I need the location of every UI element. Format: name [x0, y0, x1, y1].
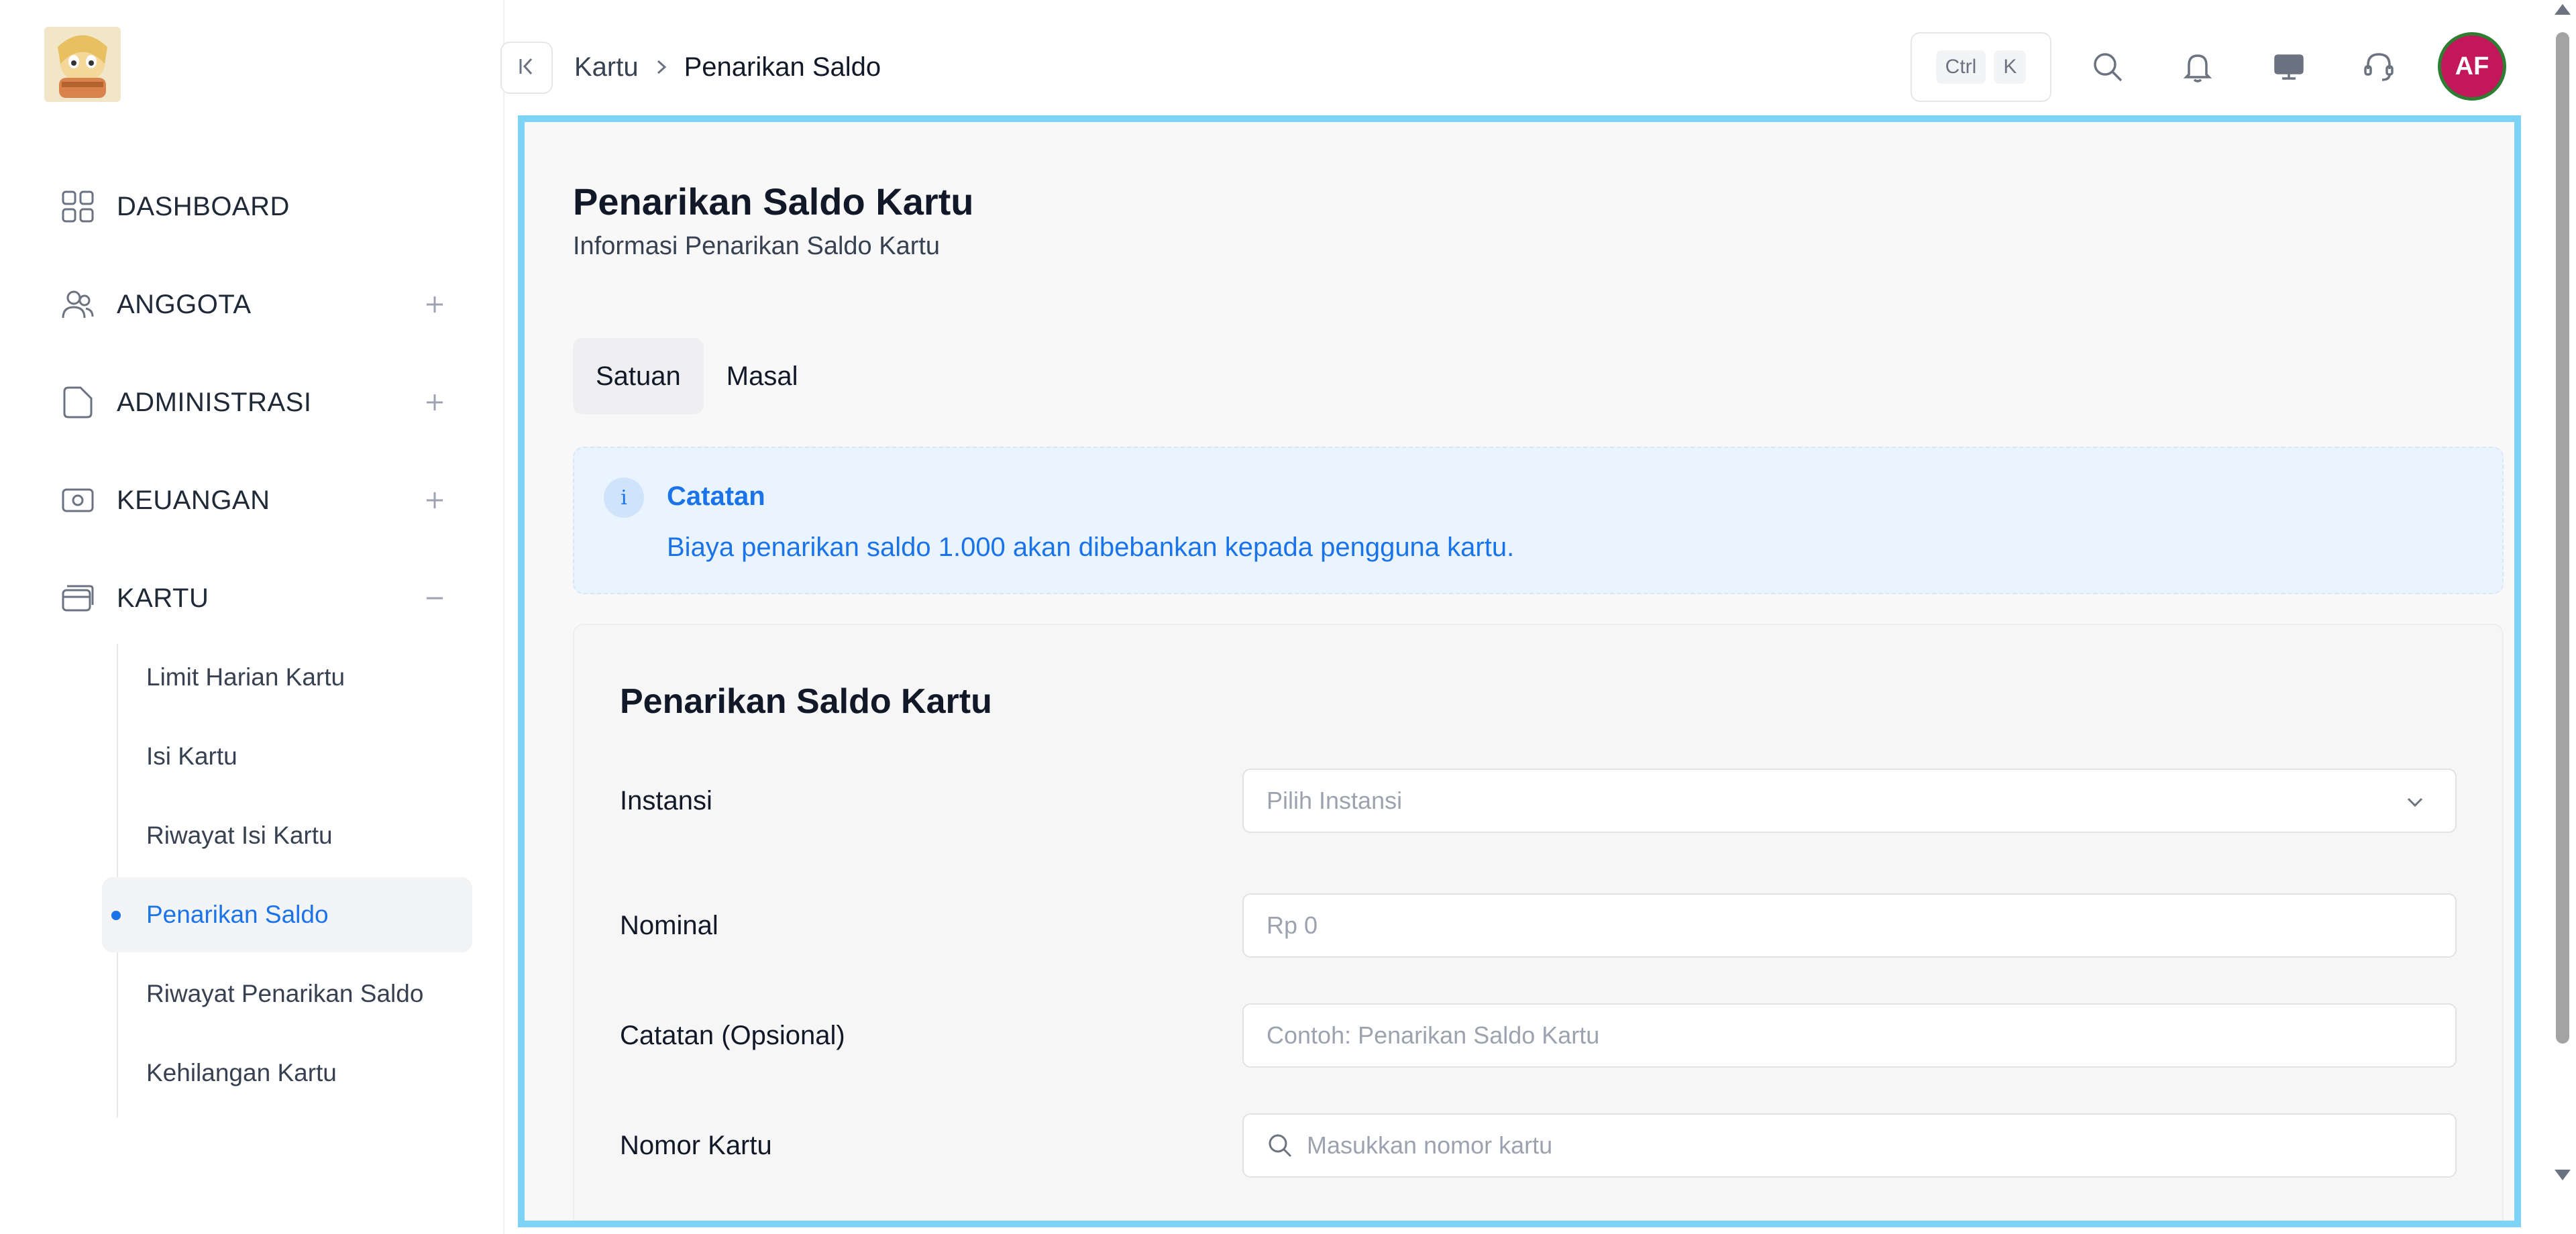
app-logo[interactable]: [44, 27, 121, 102]
collapse-left-icon: [515, 55, 538, 81]
expand-plus-icon[interactable]: [416, 286, 453, 323]
scrollbar-thumb[interactable]: [2556, 32, 2569, 1044]
sidebar-item-kartu[interactable]: KARTU: [59, 565, 462, 632]
sidebar-subitem-label: Limit Harian Kartu: [146, 663, 345, 691]
main-content: Penarikan Saldo Kartu Informasi Penarika…: [518, 115, 2521, 1227]
sidebar-subitem-riwayat-isi-kartu[interactable]: Riwayat Isi Kartu: [102, 798, 472, 873]
scroll-down-arrow-icon[interactable]: [2555, 1170, 2571, 1180]
scroll-up-arrow-icon[interactable]: [2555, 4, 2571, 15]
breadcrumb: Kartu Penarikan Saldo: [574, 48, 881, 86]
sidebar-subitem-label: Isi Kartu: [146, 742, 237, 770]
form-title: Penarikan Saldo Kartu: [620, 682, 992, 721]
collapse-minus-icon[interactable]: [416, 579, 453, 617]
sidebar-item-keuangan[interactable]: KEUANGAN: [59, 467, 462, 534]
breadcrumb-item-current: Penarikan Saldo: [684, 52, 881, 82]
sidebar-subitem-label: Kehilangan Kartu: [146, 1059, 337, 1086]
money-icon: [59, 482, 97, 519]
kbd-k: K: [1994, 50, 2027, 84]
chevron-down-icon: [2402, 789, 2428, 816]
sidebar-item-label: KARTU: [117, 583, 209, 613]
form-row-instansi: Instansi Pilih Instansi: [620, 769, 2465, 836]
sidebar-item-label: ANGGOTA: [117, 289, 252, 319]
tab-masal[interactable]: Masal: [704, 338, 821, 414]
sidebar-item-administrasi[interactable]: ADMINISTRASI: [59, 369, 462, 436]
sidebar-item-label: ADMINISTRASI: [117, 387, 312, 417]
active-dot-icon: [111, 911, 121, 920]
command-search-shortcut[interactable]: Ctrl K: [1911, 32, 2051, 102]
nomor-kartu-search-input[interactable]: Masukkan nomor kartu: [1242, 1113, 2457, 1178]
page-title: Penarikan Saldo Kartu: [573, 180, 974, 223]
kbd-ctrl: Ctrl: [1935, 50, 1986, 84]
nominal-label: Nominal: [620, 911, 718, 940]
folder-icon: [59, 384, 97, 421]
avatar[interactable]: AF: [2438, 32, 2506, 101]
catatan-input[interactable]: Contoh: Penarikan Saldo Kartu: [1242, 1003, 2457, 1068]
instansi-select[interactable]: Pilih Instansi: [1242, 769, 2457, 833]
sidebar-subitem-kehilangan-kartu[interactable]: Kehilangan Kartu: [102, 1035, 472, 1111]
info-icon: i: [604, 478, 644, 518]
page-subtitle: Informasi Penarikan Saldo Kartu: [573, 232, 941, 260]
alert-text: Biaya penarikan saldo 1.000 akan dibeban…: [667, 532, 1515, 562]
instansi-placeholder: Pilih Instansi: [1267, 787, 1403, 814]
collapse-sidebar-button[interactable]: [500, 42, 553, 94]
search-icon: [1267, 1132, 1293, 1159]
sidebar-subitem-label: Riwayat Isi Kartu: [146, 822, 333, 849]
nomor-kartu-placeholder: Masukkan nomor kartu: [1307, 1131, 1553, 1159]
sidebar-subitem-label: Penarikan Saldo: [146, 901, 329, 928]
nominal-input[interactable]: Rp 0: [1242, 893, 2457, 958]
alert-title: Catatan: [667, 482, 765, 511]
headset-icon[interactable]: [2353, 42, 2404, 93]
sidebar-item-label: KEUANGAN: [117, 485, 270, 515]
search-icon[interactable]: [2082, 42, 2133, 93]
sidebar-item-dashboard[interactable]: DASHBOARD: [59, 173, 462, 240]
catatan-placeholder: Contoh: Penarikan Saldo Kartu: [1267, 1021, 1600, 1049]
sidebar-subitem-penarikan-saldo[interactable]: Penarikan Saldo: [102, 877, 472, 952]
info-alert: i Catatan Biaya penarikan saldo 1.000 ak…: [573, 447, 2504, 594]
sidebar: DASHBOARD ANGGOTA ADMINISTRASI KEUANGAN …: [0, 0, 504, 1234]
form-row-nomor-kartu: Nomor Kartu Masukkan nomor kartu: [620, 1113, 2465, 1180]
sidebar-item-anggota[interactable]: ANGGOTA: [59, 271, 462, 338]
sidebar-subitem-riwayat-penarikan-saldo[interactable]: Riwayat Penarikan Saldo: [102, 956, 472, 1031]
withdrawal-form-card: Penarikan Saldo Kartu Instansi Pilih Ins…: [573, 624, 2504, 1221]
expand-plus-icon[interactable]: [416, 482, 453, 519]
nominal-placeholder: Rp 0: [1267, 911, 1318, 939]
page-scrollbar[interactable]: [2549, 0, 2576, 1234]
sidebar-item-label: DASHBOARD: [117, 191, 290, 221]
expand-plus-icon[interactable]: [416, 384, 453, 421]
tab-bar: Satuan Masal: [573, 338, 820, 414]
breadcrumb-item-kartu[interactable]: Kartu: [574, 52, 639, 82]
monitor-icon[interactable]: [2263, 42, 2314, 93]
sidebar-subitem-label: Riwayat Penarikan Saldo: [146, 980, 424, 1007]
sidebar-subitem-limit-harian-kartu[interactable]: Limit Harian Kartu: [102, 640, 472, 715]
form-row-catatan: Catatan (Opsional) Contoh: Penarikan Sal…: [620, 1003, 2465, 1070]
users-icon: [59, 286, 97, 323]
card-icon: [59, 579, 97, 617]
sidebar-subitem-isi-kartu[interactable]: Isi Kartu: [102, 719, 472, 794]
catatan-label: Catatan (Opsional): [620, 1021, 845, 1050]
tab-satuan[interactable]: Satuan: [573, 338, 704, 414]
dashboard-grid-icon: [59, 188, 97, 225]
bell-icon[interactable]: [2172, 42, 2223, 93]
chevron-right-icon: [653, 58, 669, 76]
instansi-label: Instansi: [620, 786, 712, 816]
form-row-nominal: Nominal Rp 0: [620, 893, 2465, 960]
nomor-kartu-label: Nomor Kartu: [620, 1131, 772, 1160]
